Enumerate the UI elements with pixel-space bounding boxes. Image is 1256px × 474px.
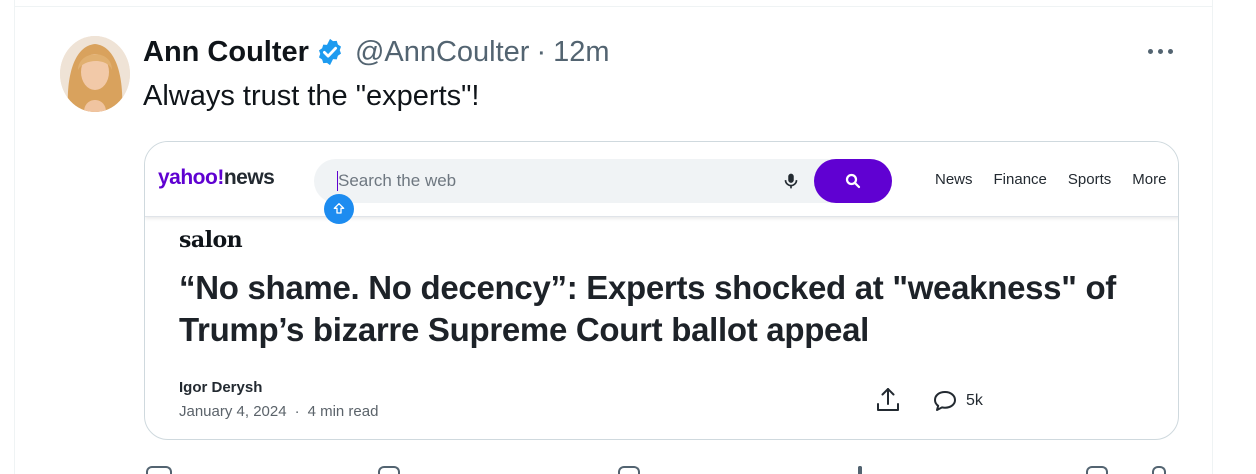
search-bar[interactable] <box>314 159 891 203</box>
article-headline: “No shame. No decency”: Experts shocked … <box>179 269 1116 348</box>
meta-separator: · <box>294 403 300 420</box>
tweet-header: Ann Coulter @AnnCoulter · 12m <box>143 34 610 70</box>
tweet-timestamp[interactable]: 12m <box>553 36 609 69</box>
reply-icon[interactable] <box>146 466 172 474</box>
yahoo-news-logo[interactable]: yahoo!news <box>158 166 275 190</box>
like-icon[interactable] <box>618 466 640 474</box>
search-button[interactable] <box>814 159 892 203</box>
more-dot <box>1157 48 1163 54</box>
header-separator: · <box>536 35 547 68</box>
yahoo-nav-bar: yahoo!news News Finance Sports <box>145 142 1178 224</box>
retweet-icon[interactable] <box>378 466 400 474</box>
verified-badge-icon <box>315 37 345 67</box>
share-post-icon[interactable] <box>1152 466 1166 474</box>
timeline-right-border <box>1212 0 1213 474</box>
article-source: salon <box>179 227 243 253</box>
tweet-top-divider <box>14 6 1213 7</box>
avatar[interactable] <box>60 36 130 112</box>
read-time: 4 min read <box>307 403 379 420</box>
comment-count: 5k <box>966 392 983 409</box>
share-icon[interactable] <box>875 386 901 414</box>
nav-link-news[interactable]: News <box>935 171 973 188</box>
timeline-left-border <box>14 0 15 474</box>
article-date: January 4, 2024 <box>179 403 287 420</box>
tweet-text: Always trust the "experts"! <box>143 80 480 112</box>
author-name[interactable]: Ann Coulter <box>143 36 309 69</box>
attached-image-card[interactable]: yahoo!news News Finance Sports <box>144 141 1179 440</box>
nav-link-more[interactable]: More <box>1132 171 1166 188</box>
logo-yahoo: yahoo! <box>158 166 224 189</box>
text-caret <box>337 171 338 191</box>
comments-button[interactable]: 5k <box>932 389 983 413</box>
comment-bubble-icon <box>934 391 956 411</box>
more-dot <box>1167 48 1173 54</box>
microphone-icon[interactable] <box>780 170 802 192</box>
author-handle[interactable]: @AnnCoulter <box>355 36 530 69</box>
tweet-action-bar <box>140 462 1180 474</box>
more-options-icon[interactable] <box>1140 38 1180 64</box>
search-icon <box>845 173 861 189</box>
article-meta: January 4, 2024 · 4 min read <box>179 403 378 420</box>
selection-handle-icon[interactable] <box>324 194 354 224</box>
search-input[interactable] <box>338 169 758 193</box>
yahoo-nav-links: News Finance Sports More <box>935 171 1166 188</box>
nav-link-finance[interactable]: Finance <box>994 171 1047 188</box>
nav-link-sports[interactable]: Sports <box>1068 171 1111 188</box>
bookmark-icon[interactable] <box>1086 466 1108 474</box>
logo-news: news <box>223 166 275 189</box>
article-author: Igor Derysh <box>179 379 263 396</box>
more-dot <box>1147 48 1153 54</box>
views-icon[interactable] <box>858 466 862 474</box>
